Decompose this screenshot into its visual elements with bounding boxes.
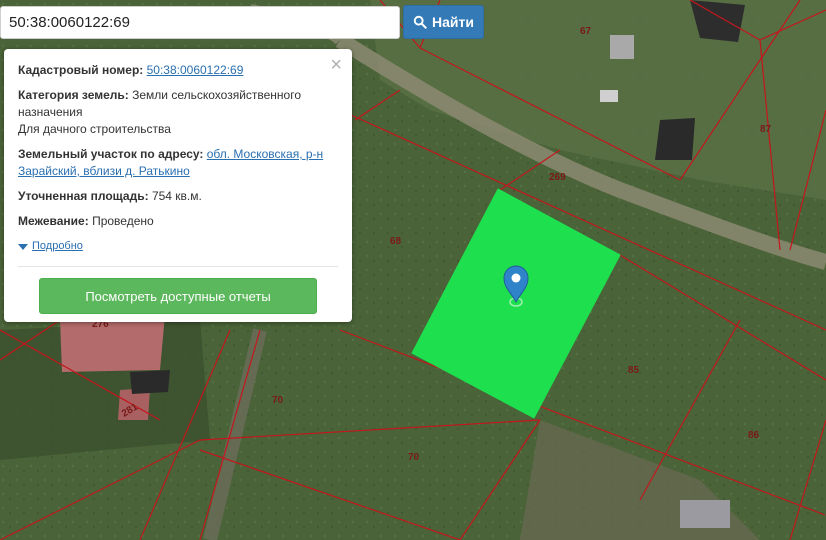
area-label: Уточненная площадь: [18, 189, 149, 203]
land-category-label: Категория земель: [18, 88, 129, 102]
search-input[interactable] [0, 6, 400, 39]
search-button-label: Найти [432, 14, 474, 30]
land-category-row: Категория земель: Земли сельскохозяйстве… [18, 87, 338, 138]
parcel-info-popup: × Кадастровый номер: 50:38:0060122:69 Ка… [4, 49, 352, 322]
plot-label: 269 [549, 172, 566, 183]
survey-row: Межевание: Проведено [18, 213, 338, 230]
plot-label: 86 [748, 430, 760, 441]
caret-down-icon [18, 243, 28, 250]
cadastral-number-row: Кадастровый номер: 50:38:0060122:69 [18, 62, 338, 79]
area-row: Уточненная площадь: 754 кв.м. [18, 188, 338, 205]
cadastral-number-label: Кадастровый номер: [18, 63, 144, 77]
divider [18, 266, 338, 267]
address-label: Земельный участок по адресу: [18, 147, 204, 161]
plot-label: 67 [580, 26, 592, 37]
area-value: 754 кв.м. [151, 189, 202, 203]
plot-label: 70 [272, 395, 284, 406]
cadastral-number-link[interactable]: 50:38:0060122:69 [147, 63, 244, 77]
land-usage-value: Для дачного строительства [18, 122, 171, 136]
survey-label: Межевание: [18, 214, 89, 228]
search-icon [413, 15, 427, 29]
plot-label: 87 [760, 124, 772, 135]
view-reports-button[interactable]: Посмотреть доступные отчеты [39, 278, 317, 314]
details-link[interactable]: Подробно [32, 238, 83, 255]
address-row: Земельный участок по адресу: обл. Москов… [18, 146, 338, 180]
plot-label: 68 [390, 236, 402, 247]
survey-value: Проведено [92, 214, 154, 228]
close-icon[interactable]: × [330, 55, 342, 75]
search-button[interactable]: Найти [403, 5, 484, 39]
plot-label: 85 [628, 365, 640, 376]
plot-label: 70 [408, 452, 420, 463]
details-toggle[interactable]: Подробно [18, 238, 338, 255]
